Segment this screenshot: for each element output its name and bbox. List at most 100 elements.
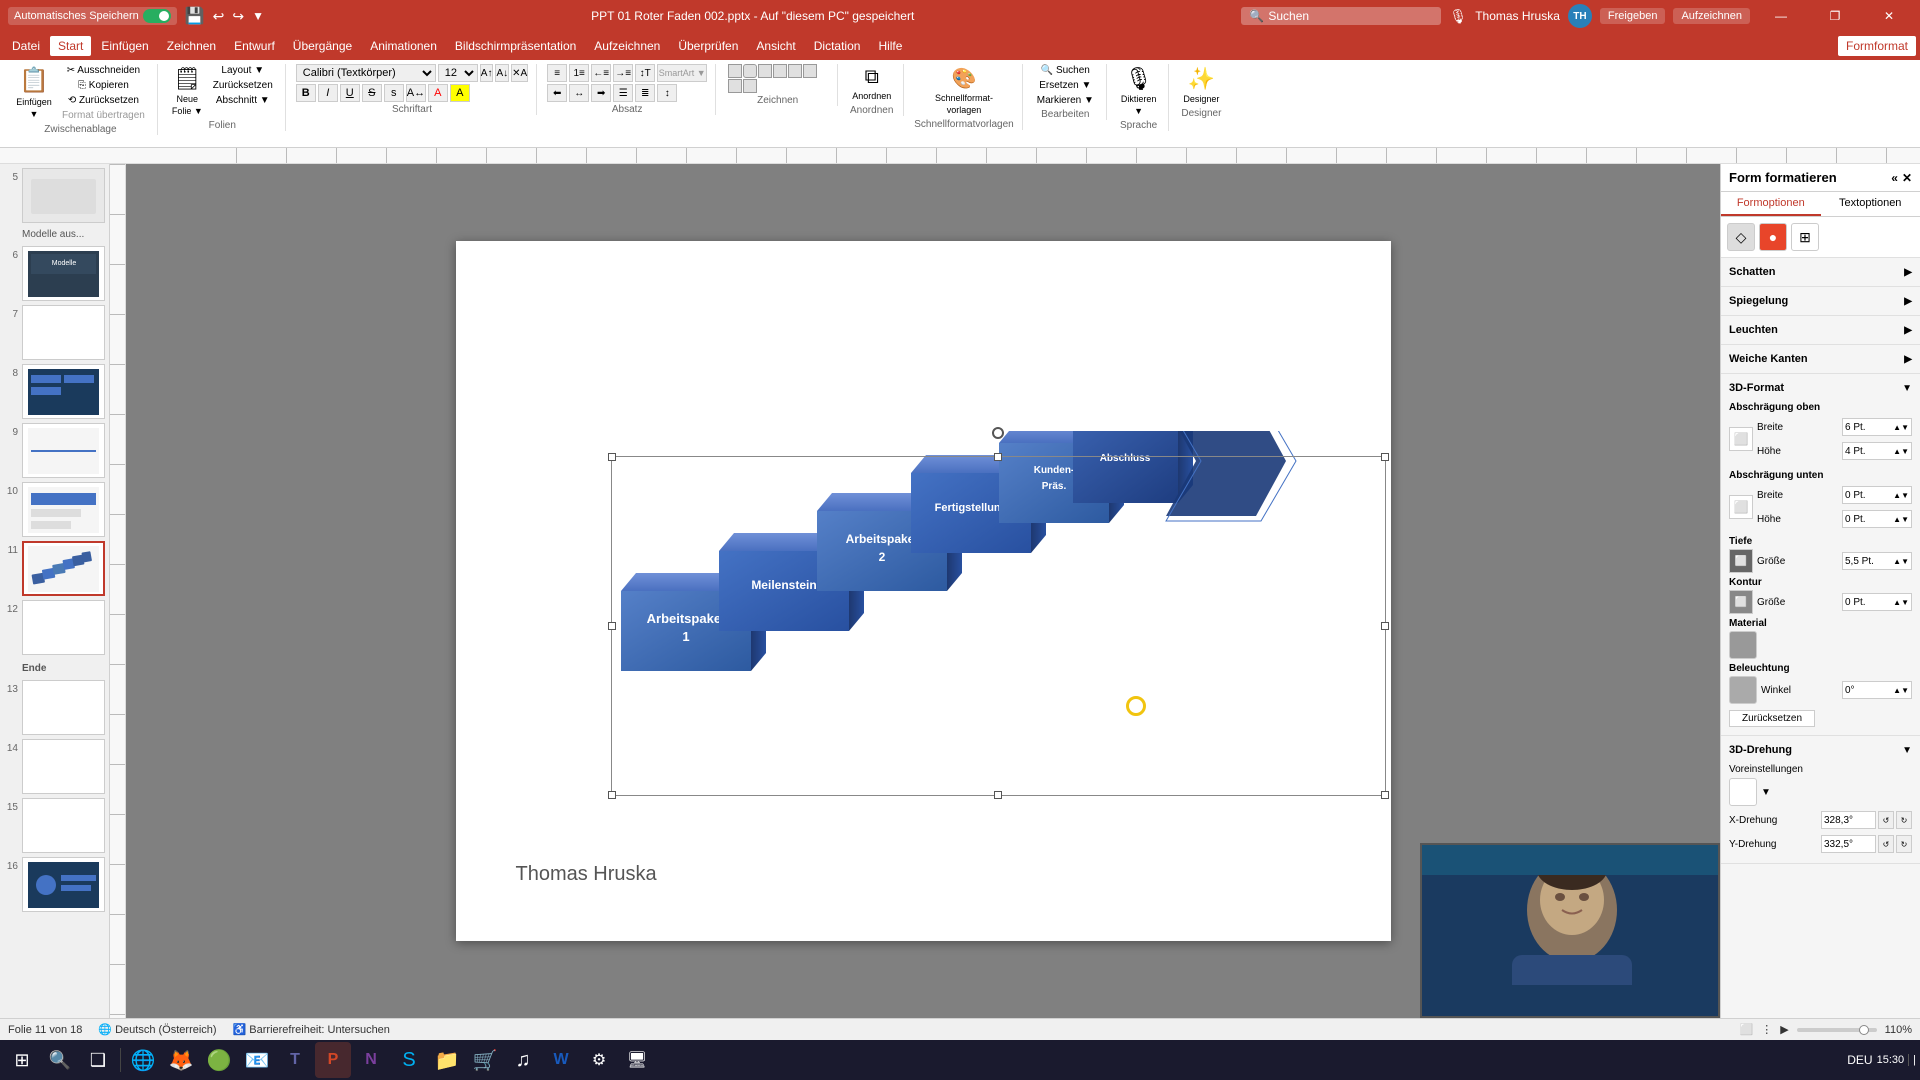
record-btn[interactable]: Aufzeichnen (1673, 8, 1750, 24)
slide-thumb-5[interactable]: 5 (4, 168, 105, 223)
shape-more1[interactable] (803, 64, 817, 78)
view-scroll-icon[interactable]: ⋮ (1761, 1023, 1772, 1036)
abschr-unten-breite[interactable]: 0 Pt. ▲▼ (1842, 486, 1912, 504)
autosave-toggle[interactable]: Automatisches Speichern (8, 7, 177, 25)
taskbar-chrome[interactable]: 🟢 (201, 1042, 237, 1078)
btn-abschnitt[interactable]: Abschnitt ▼ (209, 94, 277, 107)
taskbar-music[interactable]: ♫ (505, 1042, 541, 1078)
taskbar-extra2[interactable]: 🖥 (619, 1042, 655, 1078)
canvas-area[interactable]: Thomas Hruska (126, 164, 1720, 1018)
y-drehung-ccw[interactable]: ↺ (1878, 835, 1894, 853)
btn-ausschneiden[interactable]: ✂ Ausschneiden (58, 64, 149, 77)
shape-more2[interactable] (728, 79, 742, 93)
tab-textoptionen[interactable]: Textoptionen (1821, 192, 1920, 216)
btn-underline[interactable]: U (340, 84, 360, 102)
schatten-header[interactable]: Schatten ▶ (1729, 262, 1912, 282)
tiefe-color-btn[interactable]: ⬜ (1729, 549, 1753, 573)
menu-dictation[interactable]: Dictation (806, 36, 869, 56)
shape-more3[interactable] (743, 79, 757, 93)
3d-drehung-header[interactable]: 3D-Drehung ▼ (1729, 740, 1912, 760)
beleuchtung-winkel[interactable]: 0° ▲▼ (1842, 681, 1912, 699)
btn-clear-format[interactable]: ✕A (511, 64, 528, 82)
slide-thumb-11[interactable]: 11 (4, 541, 105, 596)
save-icon[interactable]: 💾 (185, 6, 205, 26)
icon-form[interactable]: ◇ (1727, 223, 1755, 251)
leuchten-header[interactable]: Leuchten ▶ (1729, 320, 1912, 340)
btn-font-color[interactable]: A (428, 84, 448, 102)
taskbar-extra1[interactable]: ⚙ (581, 1042, 617, 1078)
abschr-oben-breite[interactable]: 6 Pt. ▲▼ (1842, 418, 1912, 436)
voreinstellungen-dropdown[interactable]: ▼ (1761, 787, 1771, 798)
spiegelung-header[interactable]: Spiegelung ▶ (1729, 291, 1912, 311)
btn-markieren[interactable]: Markieren ▼ (1033, 94, 1098, 107)
menu-animationen[interactable]: Animationen (362, 36, 445, 56)
menu-bildschirm[interactable]: Bildschirmpräsentation (447, 36, 584, 56)
dictation-icon[interactable]: 🎙 (1449, 8, 1467, 25)
btn-zuruecksetzen[interactable]: ⟲ Zurücksetzen (58, 94, 149, 107)
btn-indent-less[interactable]: ←≡ (591, 64, 611, 82)
btn-col-spacing[interactable]: ≣ (635, 84, 655, 102)
menu-ueberpruefen[interactable]: Überprüfen (670, 36, 746, 56)
shape-round[interactable] (743, 64, 757, 78)
btn-align-center[interactable]: ↔ (569, 84, 589, 102)
taskbar-edge[interactable]: 🌐 (125, 1042, 161, 1078)
btn-bold[interactable]: B (296, 84, 316, 102)
x-drehung-input[interactable]: 328,3° (1821, 811, 1876, 829)
handle-tl[interactable] (608, 453, 616, 461)
icon-grid[interactable]: ⊞ (1791, 223, 1819, 251)
zoom-slider[interactable] (1797, 1028, 1877, 1032)
menu-einfuegen[interactable]: Einfügen (93, 36, 156, 56)
btn-font-decrease[interactable]: A↓ (495, 64, 509, 82)
btn-char-spacing[interactable]: A↔ (406, 84, 426, 102)
slide-thumb-9[interactable]: 9 (4, 423, 105, 478)
beleuchtung-btn[interactable] (1729, 676, 1757, 704)
taskbar-onenote[interactable]: N (353, 1042, 389, 1078)
handle-ml[interactable] (608, 622, 616, 630)
btn-text-direction[interactable]: ↕T (635, 64, 655, 82)
slide-thumb-15[interactable]: 15 (4, 798, 105, 853)
panel-collapse-icon[interactable]: « (1891, 171, 1898, 185)
y-drehung-cw[interactable]: ↻ (1896, 835, 1912, 853)
taskbar-taskview[interactable]: ❑ (80, 1042, 116, 1078)
material-btn[interactable] (1729, 631, 1757, 659)
taskbar-teams[interactable]: T (277, 1042, 313, 1078)
menu-entwurf[interactable]: Entwurf (226, 36, 283, 56)
taskbar-explorer[interactable]: 📁 (429, 1042, 465, 1078)
btn-zuruecksetzen2[interactable]: Zurücksetzen (209, 79, 277, 92)
handle-tr[interactable] (1381, 453, 1389, 461)
slide-thumb-7[interactable]: 7 (4, 305, 105, 360)
btn-format-uebertragen[interactable]: Format übertragen (58, 109, 149, 122)
undo-icon[interactable]: ↩ (213, 8, 225, 25)
icon-fill[interactable]: ● (1759, 223, 1787, 251)
btn-indent-more[interactable]: →≡ (613, 64, 633, 82)
btn-list-bullets[interactable]: ≡ (547, 64, 567, 82)
btn-list-numbers[interactable]: 1≡ (569, 64, 589, 82)
view-slide-show-icon[interactable]: ▶ (1780, 1023, 1788, 1036)
slide-thumb-13[interactable]: 13 (4, 680, 105, 735)
menu-hilfe[interactable]: Hilfe (870, 36, 910, 56)
btn-strikethrough[interactable]: S (362, 84, 382, 102)
3d-format-header[interactable]: 3D-Format ▼ (1729, 378, 1912, 398)
x-drehung-cw[interactable]: ↻ (1896, 811, 1912, 829)
x-drehung-ccw[interactable]: ↺ (1878, 811, 1894, 829)
btn-designer[interactable]: ✨ Designer (1179, 64, 1223, 106)
panel-close-icon[interactable]: ✕ (1902, 171, 1912, 185)
menu-start[interactable]: Start (50, 36, 91, 56)
btn-neue-folie[interactable]: 🗒 Neue Folie ▼ (168, 64, 207, 118)
rotate-handle[interactable] (992, 427, 1004, 439)
slide-thumb-6[interactable]: 6 Modelle (4, 246, 105, 301)
handle-tm[interactable] (994, 453, 1002, 461)
taskbar-powerpoint[interactable]: P (315, 1042, 351, 1078)
taskbar-show-desktop[interactable]: | (1908, 1054, 1916, 1066)
btn-diktieren[interactable]: 🎙 Diktieren ▼ (1117, 64, 1161, 118)
btn-highlight[interactable]: A (450, 84, 470, 102)
shape-tri[interactable] (788, 64, 802, 78)
btn-ersetzen[interactable]: Ersetzen ▼ (1033, 79, 1098, 92)
btn-smartart[interactable]: SmartArt ▼ (657, 64, 707, 82)
taskbar-start[interactable]: ⊞ (4, 1042, 40, 1078)
btn-schnellformat[interactable]: 🎨 Schnellformat- vorlagen (931, 64, 997, 117)
tab-formoptionen[interactable]: Formoptionen (1721, 192, 1821, 216)
kontur-color-btn[interactable]: ⬜ (1729, 590, 1753, 614)
more-icon[interactable]: ▼ (252, 9, 264, 23)
autosave-switch[interactable] (143, 9, 171, 23)
